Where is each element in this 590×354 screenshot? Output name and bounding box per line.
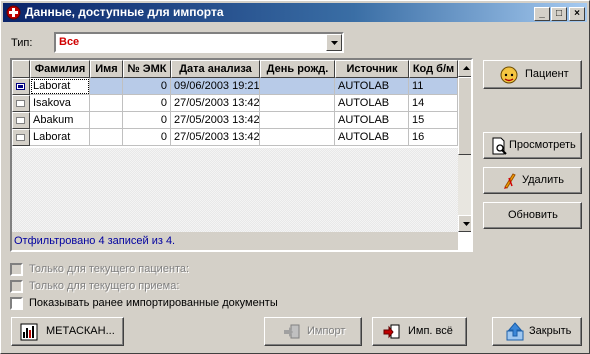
view-button[interactable]: Просмотреть <box>483 132 582 159</box>
table-row[interactable]: Laborat 0 09/06/2003 19:21: AUTOLAB 11 <box>12 78 458 95</box>
cell-name <box>90 78 123 95</box>
patient-button-label: Пациент <box>525 68 569 80</box>
exit-door-icon <box>506 322 524 341</box>
refresh-button[interactable]: Обновить <box>483 202 582 229</box>
import-data-grid[interactable]: Фамилия Имя № ЭМК Дата анализа День рожд… <box>10 58 473 252</box>
cell-surname: Isakova <box>30 95 90 112</box>
scroll-up-button[interactable] <box>458 60 471 77</box>
metascan-button[interactable]: МЕТАСКАН... <box>11 317 124 346</box>
vertical-scrollbar[interactable] <box>458 60 471 232</box>
type-select[interactable]: Все <box>54 32 344 53</box>
cell-birthday <box>260 78 335 95</box>
column-header-code[interactable]: Код б/м <box>409 60 458 78</box>
cell-surname: Laborat <box>30 129 90 146</box>
row-selector[interactable] <box>12 78 30 95</box>
cell-date: 27/05/2003 13:42: <box>171 129 260 146</box>
metascan-button-label: МЕТАСКАН... <box>46 325 115 337</box>
current-visit-label: Только для текущего приема: <box>29 280 180 292</box>
current-visit-checkbox[interactable] <box>10 280 23 293</box>
cell-date: 09/06/2003 19:21: <box>171 78 260 95</box>
app-icon <box>6 5 21 20</box>
title-bar[interactable]: Данные, доступные для импорта _ □ × <box>3 3 587 22</box>
refresh-button-label: Обновить <box>508 209 558 221</box>
patient-face-icon <box>500 66 518 84</box>
cell-surname: Laborat <box>30 78 90 95</box>
close-button[interactable]: Закрыть <box>492 317 582 346</box>
preview-icon <box>492 137 507 155</box>
cell-source: AUTOLAB <box>335 78 409 95</box>
cell-emk: 0 <box>123 95 171 112</box>
cell-emk: 0 <box>123 78 171 95</box>
window-title: Данные, доступные для импорта <box>25 5 224 19</box>
cell-name <box>90 129 123 146</box>
view-button-label: Просмотреть <box>509 139 576 151</box>
arrow-up-icon <box>463 66 470 70</box>
import-button[interactable]: Импорт <box>264 317 362 346</box>
show-imported-label: Показывать ранее импортированные докумен… <box>29 297 278 309</box>
patient-button[interactable]: Пациент <box>483 60 582 89</box>
cell-source: AUTOLAB <box>335 95 409 112</box>
import-all-button[interactable]: Имп. всё <box>372 317 467 346</box>
close-window-button[interactable]: × <box>569 7 585 21</box>
cell-code: 11 <box>409 78 458 95</box>
type-label: Тип: <box>11 37 33 49</box>
import-arrow-icon <box>284 324 300 339</box>
row-indicator-icon <box>16 134 25 141</box>
show-imported-checkbox[interactable] <box>10 297 23 310</box>
row-selector[interactable] <box>12 112 30 129</box>
table-row[interactable]: Laborat 0 27/05/2003 13:42: AUTOLAB 16 <box>12 129 458 146</box>
table-row[interactable]: Isakova 0 27/05/2003 13:42: AUTOLAB 14 <box>12 95 458 112</box>
cell-code: 14 <box>409 95 458 112</box>
type-select-value: Все <box>59 36 80 48</box>
filter-status: Отфильтровано 4 записей из 4. <box>12 232 458 250</box>
cell-birthday <box>260 129 335 146</box>
cell-source: AUTOLAB <box>335 112 409 129</box>
column-header-name[interactable]: Имя <box>90 60 123 78</box>
cell-emk: 0 <box>123 129 171 146</box>
row-indicator-icon <box>16 83 25 90</box>
cell-source: AUTOLAB <box>335 129 409 146</box>
chart-scan-icon <box>20 323 38 341</box>
scroll-down-button[interactable] <box>458 215 471 232</box>
header-corner <box>12 60 30 78</box>
column-header-surname[interactable]: Фамилия <box>30 60 90 78</box>
current-patient-checkbox[interactable] <box>10 263 23 276</box>
row-selector[interactable] <box>12 95 30 112</box>
minimize-button[interactable]: _ <box>534 7 550 21</box>
row-indicator-icon <box>16 100 25 107</box>
chevron-down-icon <box>331 41 338 45</box>
cell-name <box>90 95 123 112</box>
row-selector[interactable] <box>12 129 30 146</box>
cell-code: 15 <box>409 112 458 129</box>
cell-birthday <box>260 95 335 112</box>
column-header-emk[interactable]: № ЭМК <box>123 60 171 78</box>
import-button-label: Импорт <box>307 325 346 337</box>
column-header-date[interactable]: Дата анализа <box>171 60 260 78</box>
row-indicator-icon <box>16 117 25 124</box>
cell-name <box>90 112 123 129</box>
close-button-label: Закрыть <box>529 325 572 337</box>
import-dialog: Данные, доступные для импорта _ □ × Тип:… <box>0 0 590 354</box>
delete-button[interactable]: Удалить <box>483 167 582 194</box>
column-header-source[interactable]: Источник <box>335 60 409 78</box>
dropdown-arrow-button[interactable] <box>326 34 342 51</box>
cell-emk: 0 <box>123 112 171 129</box>
grid-empty-area <box>12 148 458 232</box>
cell-date: 27/05/2003 13:42: <box>171 112 260 129</box>
pencil-delete-icon <box>504 173 516 189</box>
delete-button-label: Удалить <box>522 174 564 186</box>
column-header-birthday[interactable]: День рожд. <box>260 60 335 78</box>
cell-date: 27/05/2003 13:42: <box>171 95 260 112</box>
import-all-button-label: Имп. всё <box>408 325 453 337</box>
scroll-thumb[interactable] <box>458 77 471 155</box>
cell-birthday <box>260 112 335 129</box>
current-patient-label: Только для текущего пациента: <box>29 263 190 275</box>
cell-surname: Abakum <box>30 112 90 129</box>
import-all-icon <box>383 324 400 339</box>
maximize-button[interactable]: □ <box>551 7 567 21</box>
table-row[interactable]: Abakum 0 27/05/2003 13:42: AUTOLAB 15 <box>12 112 458 129</box>
arrow-down-icon <box>463 222 470 226</box>
cell-code: 16 <box>409 129 458 146</box>
